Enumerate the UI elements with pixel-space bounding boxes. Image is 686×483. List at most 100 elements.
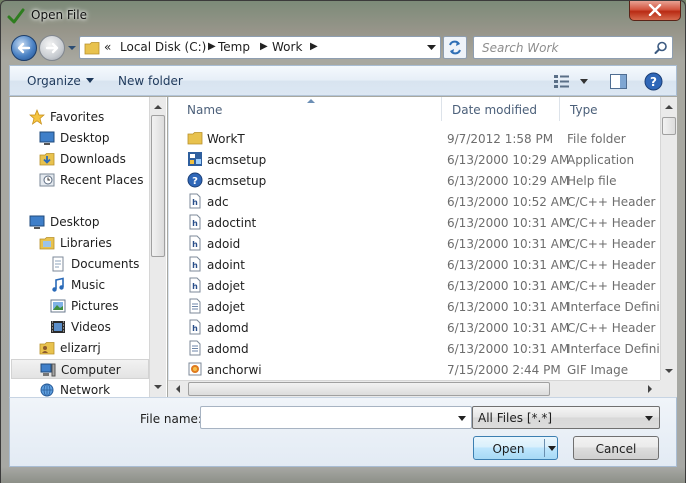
file-date-modified: 6/13/2000 10:31 AM [447,216,570,230]
nav-item-downloads[interactable]: Downloads [10,149,150,169]
navigation-pane: Favorites Desktop Downloads Recent Place… [9,97,167,397]
view-options-dropdown-icon[interactable] [580,79,588,84]
checkmark-icon [7,8,25,24]
new-folder-button[interactable]: New folder [118,74,183,88]
idl-file-icon [189,298,201,314]
preview-pane-icon[interactable] [610,74,627,89]
breadcrumb-separator-icon[interactable]: ▶ [208,41,216,52]
file-list[interactable]: Name Date modified Type WorkT 9/7/2012 1:… [168,97,677,397]
address-bar[interactable]: « Local Disk (C:) ▶ Temp ▶ Work ▶ [79,36,441,59]
nav-item-computer[interactable]: Computer [11,359,149,379]
nav-item-user[interactable]: elizarrj [10,338,150,358]
file-date-modified: 6/13/2000 10:29 AM [447,153,570,167]
svg-text:h: h [192,324,198,333]
file-name: adojet [207,279,245,293]
file-row[interactable]: h adoid 6/13/2000 10:31 AM C/C++ Header [169,233,661,254]
file-name: adomd [207,321,249,335]
organize-button[interactable]: Organize [27,74,94,88]
header-file-icon: h [189,256,201,272]
file-row[interactable]: adojet 6/13/2000 10:31 AM Interface Defini… [169,296,661,317]
back-button[interactable] [11,35,37,61]
file-row[interactable]: h adoint 6/13/2000 10:31 AM C/C++ Header [169,254,661,275]
cancel-button[interactable]: Cancel [573,436,659,460]
forward-button[interactable] [39,35,65,61]
file-type: C/C++ Header [567,258,656,272]
scrollbar-corner [660,380,677,397]
arrow-right-icon [45,42,59,54]
scroll-up-icon[interactable] [150,99,166,115]
breadcrumb-work[interactable]: Work [272,40,302,54]
address-dropdown-icon[interactable] [427,45,436,51]
nav-item-desktop-favorite[interactable]: Desktop [10,128,150,148]
scroll-down-icon[interactable] [661,363,677,379]
file-row[interactable]: h adojet 6/13/2000 10:31 AM C/C++ Header [169,275,661,296]
breadcrumb-separator-icon[interactable]: ▶ [310,41,318,52]
downloads-icon [39,153,55,166]
open-button[interactable]: Open [473,436,558,460]
application-icon [188,152,202,166]
nav-item-recent-places[interactable]: Recent Places [10,170,150,190]
scroll-left-icon[interactable] [170,381,186,397]
change-view-icon[interactable] [553,74,571,88]
header-file-icon: h [189,235,201,251]
arrow-left-icon [17,42,31,54]
file-row[interactable]: ? acmsetup 6/13/2000 10:29 AM Help file [169,170,661,191]
nav-item-documents[interactable]: Documents [10,254,150,274]
close-button[interactable] [629,1,681,21]
breadcrumb-local-disk[interactable]: Local Disk (C:) [120,40,206,54]
help-icon[interactable]: ? [644,72,663,91]
music-icon [52,277,64,292]
scroll-down-icon[interactable] [150,379,166,395]
nav-item-music[interactable]: Music [10,275,150,295]
file-name-input[interactable] [200,406,472,429]
file-type: C/C++ Header [567,279,656,293]
file-row[interactable]: h adomd 6/13/2000 10:31 AM C/C++ Header [169,317,661,338]
breadcrumb-temp[interactable]: Temp [218,40,250,54]
file-row[interactable]: acmsetup 6/13/2000 10:29 AM Application [169,149,661,170]
file-name: anchorwi [207,363,262,377]
file-type-filter-select[interactable]: All Files [*.*] [472,406,660,429]
file-type: Application [567,153,635,167]
title-bar[interactable]: Open File [1,1,685,31]
horizontal-scroll-thumb[interactable] [188,382,550,396]
nav-item-libraries[interactable]: Libraries [10,233,150,253]
open-options-dropdown-icon[interactable] [548,446,556,451]
command-toolbar: Organize New folder ? [9,65,677,96]
file-row[interactable]: h adc 6/13/2000 10:52 AM C/C++ Header [169,191,661,212]
file-row[interactable]: anchorwi 7/15/2000 2:44 PM GIF Image [169,359,661,380]
file-list-scroll-thumb[interactable] [662,117,676,135]
window-title: Open File [31,8,87,22]
scroll-right-icon[interactable] [642,381,658,397]
file-list-horizontal-scrollbar[interactable] [168,380,660,397]
nav-item-pictures[interactable]: Pictures [10,296,150,316]
column-header-name[interactable]: Name [177,97,441,121]
file-list-vertical-scrollbar[interactable] [660,97,677,380]
file-date-modified: 6/13/2000 10:31 AM [447,321,570,335]
nav-item-desktop[interactable]: Desktop [10,212,150,232]
file-date-modified: 6/13/2000 10:31 AM [447,279,570,293]
recent-locations-dropdown-icon[interactable] [67,43,77,53]
breadcrumb-separator-icon[interactable]: ▶ [260,41,268,52]
nav-item-videos[interactable]: Videos [10,317,150,337]
file-row[interactable]: WorkT 9/7/2012 1:58 PM File folder [169,128,661,149]
column-header-row: Name Date modified Type [169,97,661,121]
file-name-history-dropdown-icon[interactable] [458,416,466,421]
breadcrumb-overflow[interactable]: « [104,40,111,54]
column-header-type[interactable]: Type [559,97,661,121]
svg-text:h: h [192,240,198,249]
scroll-up-icon[interactable] [661,99,677,115]
refresh-button[interactable] [443,36,467,59]
nav-item-favorites[interactable]: Favorites [10,107,150,127]
file-date-modified: 6/13/2000 10:31 AM [447,237,570,251]
search-input[interactable]: Search Work [473,36,673,59]
search-icon[interactable] [654,41,668,55]
file-row[interactable]: adomd 6/13/2000 10:31 AMInterface Definit… [169,338,661,359]
svg-text:h: h [192,219,198,228]
file-row[interactable]: h adoctint 6/13/2000 10:31 AM C/C++ Header [169,212,661,233]
file-name: adoint [207,258,245,272]
column-header-date-modified[interactable]: Date modified [441,97,561,121]
file-type: C/C++ Header [567,195,656,209]
navigation-pane-scrollbar[interactable] [149,97,166,397]
file-name: acmsetup [207,153,267,167]
navigation-scroll-thumb[interactable] [151,115,165,257]
